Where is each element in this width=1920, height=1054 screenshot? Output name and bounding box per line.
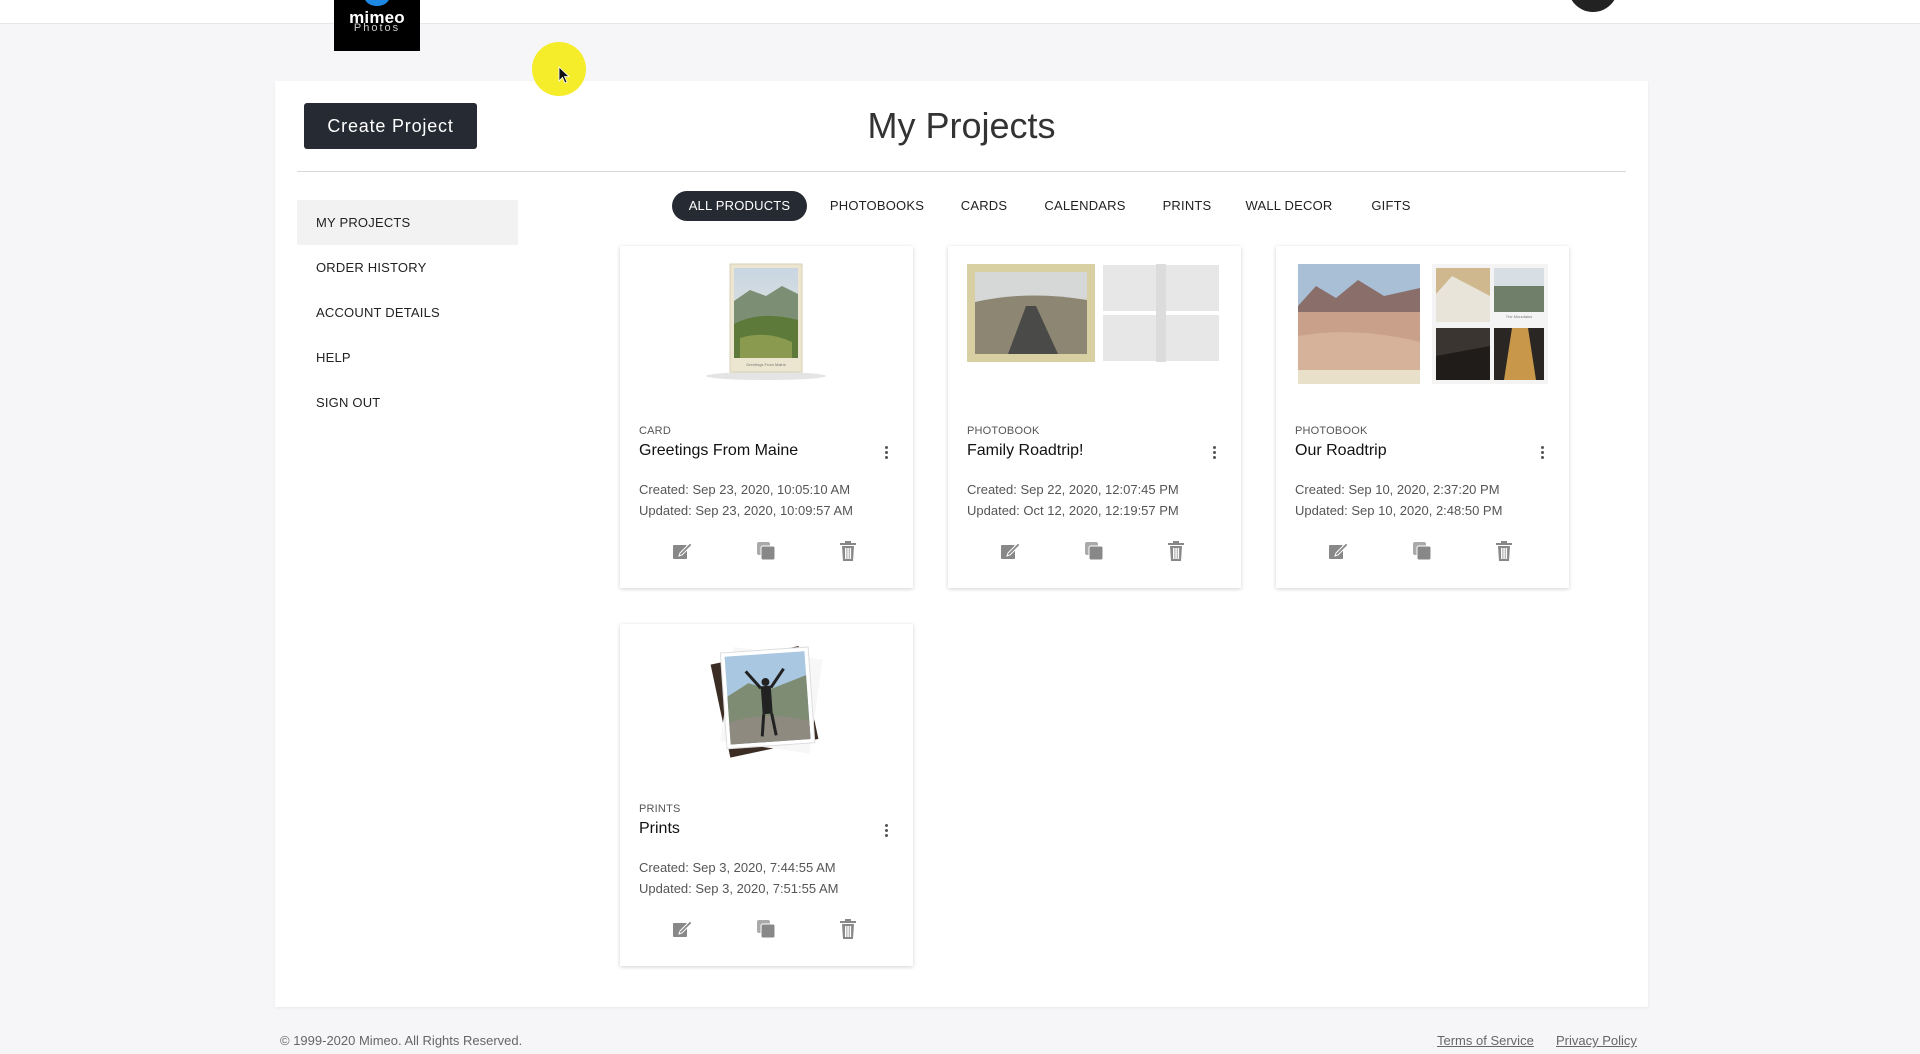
copy-icon[interactable] — [1079, 536, 1109, 566]
edit-icon[interactable] — [667, 914, 697, 944]
copy-icon[interactable] — [751, 914, 781, 944]
project-type: PRINTS — [639, 803, 681, 815]
footer-copyright: © 1999-2020 Mimeo. All Rights Reserved. — [280, 1033, 523, 1048]
more-options-icon[interactable] — [880, 442, 892, 462]
card-thumb-caption: Greetings From Maine — [746, 362, 787, 367]
projects-panel: Create Project My Projects MY PROJECTS O… — [275, 81, 1648, 1007]
project-title[interactable]: Prints — [639, 820, 680, 838]
logo-subtext: Photos — [353, 22, 401, 34]
edit-icon[interactable] — [1323, 536, 1353, 566]
project-thumbnail[interactable]: The Mountains — [1276, 246, 1569, 396]
trash-icon[interactable] — [1161, 536, 1191, 566]
terms-of-service-link[interactable]: Terms of Service — [1437, 1033, 1534, 1048]
privacy-policy-link[interactable]: Privacy Policy — [1556, 1033, 1637, 1048]
project-updated-date: Updated: Oct 12, 2020, 12:19:57 PM — [967, 503, 1179, 518]
project-created-date: Created: Sep 3, 2020, 7:44:55 AM — [639, 860, 836, 875]
edit-icon[interactable] — [667, 536, 697, 566]
tab-photobooks[interactable]: PHOTOBOOKS — [822, 191, 932, 221]
trash-icon[interactable] — [1489, 536, 1519, 566]
tab-all-products[interactable]: ALL PRODUCTS — [672, 191, 807, 221]
project-card[interactable]: The Mountains PHOTOBOOK Our Roadtrip Cre… — [1276, 246, 1569, 588]
project-created-date: Created: Sep 22, 2020, 12:07:45 PM — [967, 482, 1179, 497]
sidebar-item-my-projects[interactable]: MY PROJECTS — [297, 200, 518, 245]
mimeo-photos-logo[interactable]: mimeo Photos — [334, 0, 420, 51]
project-card[interactable]: PRINTS Prints Created: Sep 3, 2020, 7:44… — [620, 624, 913, 966]
top-bar — [0, 0, 1920, 24]
project-actions — [1276, 536, 1569, 566]
trash-icon[interactable] — [833, 914, 863, 944]
project-created-date: Created: Sep 10, 2020, 2:37:20 PM — [1295, 482, 1500, 497]
header-divider — [297, 171, 1626, 172]
project-type: CARD — [639, 425, 671, 437]
logo-mark — [364, 0, 390, 6]
project-updated-date: Updated: Sep 10, 2020, 2:48:50 PM — [1295, 503, 1503, 518]
book-thumb-caption: The Mountains — [1506, 314, 1532, 319]
copy-icon[interactable] — [1407, 536, 1437, 566]
sidebar-item-order-history[interactable]: ORDER HISTORY — [297, 245, 518, 290]
tab-calendars[interactable]: CALENDARS — [1032, 191, 1138, 221]
project-title[interactable]: Family Roadtrip! — [967, 442, 1083, 460]
project-card[interactable]: PHOTOBOOK Family Roadtrip! Created: Sep … — [948, 246, 1241, 588]
project-updated-date: Updated: Sep 3, 2020, 7:51:55 AM — [639, 881, 839, 896]
project-created-date: Created: Sep 23, 2020, 10:05:10 AM — [639, 482, 851, 497]
project-type: PHOTOBOOK — [1295, 425, 1368, 437]
sidebar-item-account-details[interactable]: ACCOUNT DETAILS — [297, 290, 518, 335]
project-thumbnail[interactable] — [620, 624, 913, 774]
project-title[interactable]: Our Roadtrip — [1295, 442, 1387, 460]
project-actions — [620, 536, 913, 566]
more-options-icon[interactable] — [1536, 442, 1548, 462]
project-actions — [620, 914, 913, 944]
edit-icon[interactable] — [995, 536, 1025, 566]
page-title: My Projects — [867, 105, 1056, 146]
project-title[interactable]: Greetings From Maine — [639, 442, 798, 460]
mouse-pointer-icon — [558, 66, 571, 84]
project-type: PHOTOBOOK — [967, 425, 1040, 437]
project-thumbnail[interactable]: Greetings From Maine — [620, 246, 913, 396]
tab-prints[interactable]: PRINTS — [1152, 191, 1222, 221]
project-updated-date: Updated: Sep 23, 2020, 10:09:57 AM — [639, 503, 853, 518]
tab-wall-decor[interactable]: WALL DECOR — [1234, 191, 1344, 221]
trash-icon[interactable] — [833, 536, 863, 566]
account-sidebar: MY PROJECTS ORDER HISTORY ACCOUNT DETAIL… — [297, 200, 518, 425]
project-card[interactable]: Greetings From Maine CARD Greetings From… — [620, 246, 913, 588]
more-options-icon[interactable] — [880, 820, 892, 840]
more-options-icon[interactable] — [1208, 442, 1220, 462]
tab-cards[interactable]: CARDS — [949, 191, 1019, 221]
project-actions — [948, 536, 1241, 566]
sidebar-item-sign-out[interactable]: SIGN OUT — [297, 380, 518, 425]
tab-gifts[interactable]: GIFTS — [1356, 191, 1426, 221]
project-thumbnail[interactable] — [948, 246, 1241, 396]
sidebar-item-help[interactable]: HELP — [297, 335, 518, 380]
copy-icon[interactable] — [751, 536, 781, 566]
